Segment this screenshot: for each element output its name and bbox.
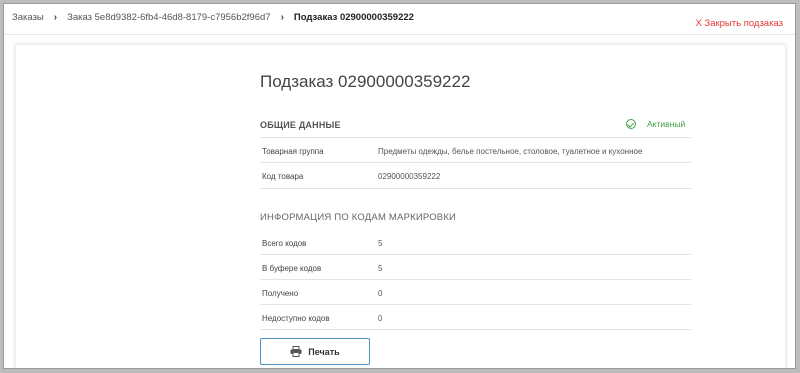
check-circle-icon [626,119,636,129]
row-value: 5 [378,264,383,273]
info-row: Товарная группа Предметы одежды, белье п… [260,137,691,163]
status-badge: Активный [626,119,685,129]
suborder-card: Подзаказ 02900000359222 ОБЩИЕ ДАННЫЕ Акт… [15,44,786,368]
info-row: Получено 0 [260,280,691,305]
row-label: Получено [262,289,299,298]
chevron-right-icon: › [280,12,284,23]
info-row: Код товара 02900000359222 [260,163,691,189]
row-value: 02900000359222 [378,172,441,181]
row-label: В буфере кодов [262,264,322,273]
print-button-label: Печать [308,346,340,357]
top-bar: Заказы › Заказ 5e8d9382-6fb4-46d8-8179-c… [4,4,795,35]
status-label: Активный [647,119,686,129]
info-row: В буфере кодов 5 [260,255,691,280]
page-title: Подзаказ 02900000359222 [260,72,471,91]
row-label: Код товара [262,172,304,181]
row-label: Всего кодов [262,239,307,248]
codes-section-heading: ИНФОРМАЦИЯ ПО КОДАМ МАРКИРОВКИ [260,212,457,223]
general-section-heading: ОБЩИЕ ДАННЫЕ [260,120,341,130]
app-window: Заказы › Заказ 5e8d9382-6fb4-46d8-8179-c… [3,3,796,369]
close-suborder-button[interactable]: X Закрыть подзаказ [695,18,783,29]
breadcrumb: Заказы › Заказ 5e8d9382-6fb4-46d8-8179-c… [12,12,414,23]
breadcrumb-orders-link[interactable]: Заказы [12,12,44,23]
row-value: 0 [378,289,383,298]
row-label: Недоступно кодов [262,314,330,323]
breadcrumb-current: Подзаказ 02900000359222 [293,12,414,23]
breadcrumb-order-link[interactable]: Заказ 5e8d9382-6fb4-46d8-8179-c7956b2f96… [67,12,270,23]
info-row: Всего кодов 5 [260,230,691,255]
row-value: 0 [378,314,383,323]
row-value: Предметы одежды, белье постельное, столо… [378,147,643,156]
print-button[interactable]: Печать [260,338,370,365]
chevron-right-icon: › [53,12,58,23]
info-row: Недоступно кодов 0 [260,305,691,330]
row-label: Товарная группа [262,147,324,156]
row-value: 5 [378,239,383,248]
printer-icon [290,346,302,357]
